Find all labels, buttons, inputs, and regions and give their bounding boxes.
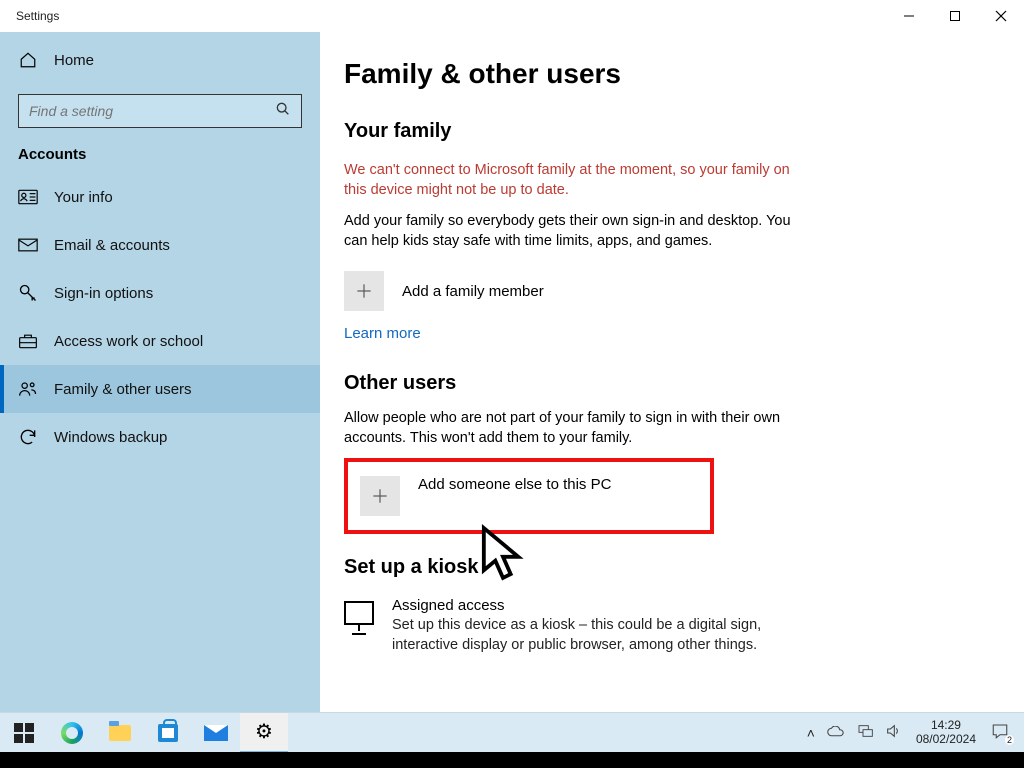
briefcase-icon <box>18 332 38 350</box>
sidebar-item-family[interactable]: Family & other users <box>0 365 320 413</box>
taskbar-settings[interactable]: ⚙ <box>240 713 288 753</box>
clock-time: 14:29 <box>916 719 976 732</box>
plus-icon <box>360 476 400 516</box>
taskbar-mail[interactable] <box>192 713 240 753</box>
taskbar-explorer[interactable] <box>96 713 144 753</box>
kiosk-item-desc: Set up this device as a kiosk – this cou… <box>392 616 784 655</box>
sync-icon <box>18 427 38 447</box>
sidebar-item-signin[interactable]: Sign-in options <box>0 269 320 317</box>
family-heading: Your family <box>344 120 984 143</box>
learn-more-link[interactable]: Learn more <box>344 325 984 342</box>
maximize-button[interactable] <box>932 0 978 32</box>
add-other-user-label: Add someone else to this PC <box>418 476 611 493</box>
other-users-description: Allow people who are not part of your fa… <box>344 409 804 448</box>
onedrive-icon[interactable] <box>824 725 848 741</box>
search-input-container[interactable] <box>18 94 302 128</box>
sidebar-item-label: Family & other users <box>54 381 192 398</box>
sidebar-item-label: Windows backup <box>54 429 167 446</box>
start-button[interactable] <box>0 713 48 753</box>
add-family-member-button[interactable]: Add a family member <box>344 271 984 311</box>
other-users-heading: Other users <box>344 372 984 395</box>
minimize-button[interactable] <box>886 0 932 32</box>
home-icon <box>18 51 38 69</box>
sidebar-item-email[interactable]: Email & accounts <box>0 221 320 269</box>
notification-badge: 2 <box>1005 735 1014 745</box>
sidebar-item-work-school[interactable]: Access work or school <box>0 317 320 365</box>
sidebar-item-label: Email & accounts <box>54 237 170 254</box>
system-tray[interactable]: ˄ 14:29 08/02/2024 2 <box>804 719 1018 745</box>
window-titlebar: Settings <box>0 0 1024 32</box>
taskbar-edge[interactable] <box>48 713 96 753</box>
chevron-up-icon[interactable]: ˄ <box>804 725 818 741</box>
add-family-label: Add a family member <box>402 283 544 300</box>
add-other-user-button[interactable]: Add someone else to this PC <box>344 458 714 534</box>
close-button[interactable] <box>978 0 1024 32</box>
clock-date: 08/02/2024 <box>916 733 976 746</box>
search-icon <box>275 101 291 122</box>
category-title: Accounts <box>0 146 320 163</box>
volume-icon[interactable] <box>882 723 904 742</box>
sidebar-item-backup[interactable]: Windows backup <box>0 413 320 461</box>
sidebar-item-label: Sign-in options <box>54 285 153 302</box>
notifications-icon[interactable]: 2 <box>988 722 1012 743</box>
family-warning: We can't connect to Microsoft family at … <box>344 161 804 200</box>
people-icon <box>18 380 38 398</box>
mail-icon <box>18 238 38 252</box>
kiosk-heading: Set up a kiosk <box>344 556 984 579</box>
assigned-access-button[interactable]: Assigned access Set up this device as a … <box>344 597 784 655</box>
key-icon <box>18 283 38 303</box>
page-title: Family & other users <box>344 58 984 90</box>
gear-icon: ⚙ <box>255 719 273 744</box>
search-input[interactable] <box>29 103 252 119</box>
kiosk-item-title: Assigned access <box>392 597 784 614</box>
monitor-icon <box>344 597 374 655</box>
sidebar-item-label: Access work or school <box>54 333 203 350</box>
sidebar-item-label: Your info <box>54 189 113 206</box>
bottom-border <box>0 752 1024 768</box>
clock[interactable]: 14:29 08/02/2024 <box>910 719 982 745</box>
home-label: Home <box>54 52 94 69</box>
plus-icon <box>344 271 384 311</box>
content-pane: Family & other users Your family We can'… <box>320 32 1024 712</box>
home-button[interactable]: Home <box>0 38 320 82</box>
person-card-icon <box>18 189 38 205</box>
family-description: Add your family so everybody gets their … <box>344 212 804 251</box>
taskbar: ⚙ ˄ 14:29 08/02/2024 2 <box>0 712 1024 752</box>
network-icon[interactable] <box>854 724 876 741</box>
sidebar-item-your-info[interactable]: Your info <box>0 173 320 221</box>
taskbar-store[interactable] <box>144 713 192 753</box>
sidebar: Home Accounts Your info Email & accounts <box>0 32 320 712</box>
window-title: Settings <box>0 9 59 23</box>
